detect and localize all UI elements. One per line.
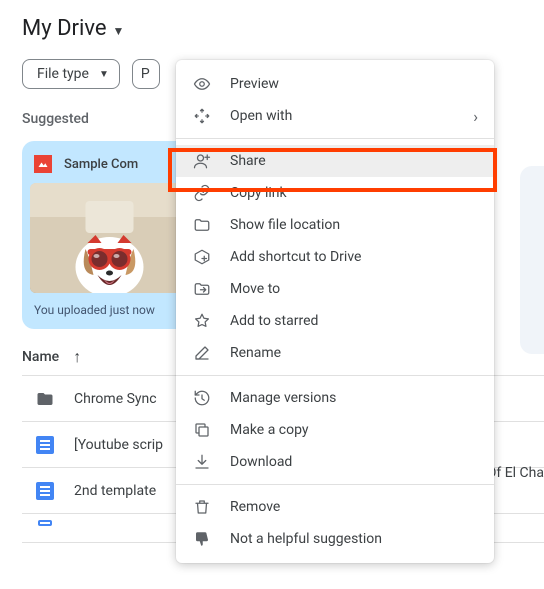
chevron-down-icon: ▼ [99,69,109,80]
menu-label: Remove [230,499,280,515]
menu-item-add-starred[interactable]: Add to starred [176,305,494,337]
menu-item-download[interactable]: Download [176,446,494,478]
menu-item-add-shortcut[interactable]: Add shortcut to Drive [176,241,494,273]
chip-label: P [141,66,150,82]
menu-label: Not a helpful suggestion [230,531,382,547]
menu-label: Manage versions [230,390,336,406]
menu-label: Share [230,153,266,169]
history-icon [192,389,212,407]
card-header: Sample Com [22,141,197,183]
menu-label: Add to starred [230,313,318,329]
caret-down-icon: ▼ [113,24,125,38]
open-with-icon [192,107,212,125]
pencil-icon [192,344,212,362]
menu-label: Move to [230,281,280,297]
move-icon [192,280,212,298]
menu-label: Rename [230,345,281,361]
menu-item-make-copy[interactable]: Make a copy [176,414,494,446]
sort-arrow-up-icon: ↑ [73,347,81,367]
trash-icon [192,498,212,516]
docs-icon [34,482,56,500]
menu-item-show-location[interactable]: Show file location [176,209,494,241]
copy-icon [192,421,212,439]
download-icon [192,453,212,471]
thumb-down-icon [192,530,212,548]
menu-label: Copy link [230,185,287,201]
menu-label: Download [230,454,292,470]
location-dropdown[interactable]: My Drive ▼ [22,16,544,41]
shortcut-icon [192,248,212,266]
menu-label: Add shortcut to Drive [230,249,361,265]
chip-label: File type [37,66,89,82]
menu-item-not-helpful[interactable]: Not a helpful suggestion [176,523,494,555]
menu-item-share[interactable]: Share [176,145,494,177]
menu-item-preview[interactable]: Preview [176,68,494,100]
menu-item-rename[interactable]: Rename [176,337,494,369]
card-title: Sample Com [64,157,138,172]
docs-icon [34,520,56,526]
page-title: My Drive [22,16,107,41]
row-extra-text: Of El Cha [487,465,544,481]
link-icon [192,184,212,202]
second-chip[interactable]: P [132,59,160,89]
menu-item-copy-link[interactable]: Copy link [176,177,494,209]
image-icon [34,155,52,173]
menu-item-move-to[interactable]: Move to [176,273,494,305]
menu-label: Show file location [230,217,340,233]
row-label: Chrome Sync [74,391,157,407]
row-label: 2nd template [74,483,156,499]
menu-separator [176,484,494,485]
star-icon [192,312,212,330]
folder-outline-icon [192,216,212,234]
context-menu: Preview Open with › Share Copy link Show… [176,60,494,563]
docs-icon [34,436,56,454]
eye-icon [192,75,212,93]
row-label: [Youtube scrip [74,437,163,453]
person-add-icon [192,152,212,170]
menu-label: Make a copy [230,422,309,438]
adjacent-card[interactable] [520,166,544,354]
file-type-chip[interactable]: File type ▼ [22,59,120,89]
folder-icon [34,390,56,408]
name-column-header: Name [22,349,59,365]
menu-label: Preview [230,76,279,92]
card-thumbnail [30,183,189,293]
menu-separator [176,375,494,376]
card-footer: You uploaded just now [22,293,197,329]
menu-separator [176,138,494,139]
menu-item-remove[interactable]: Remove [176,491,494,523]
menu-item-manage-versions[interactable]: Manage versions [176,382,494,414]
chevron-right-icon: › [473,107,478,126]
menu-item-open-with[interactable]: Open with › [176,100,494,132]
suggested-card[interactable]: Sample Com [22,141,197,329]
menu-label: Open with [230,108,292,124]
